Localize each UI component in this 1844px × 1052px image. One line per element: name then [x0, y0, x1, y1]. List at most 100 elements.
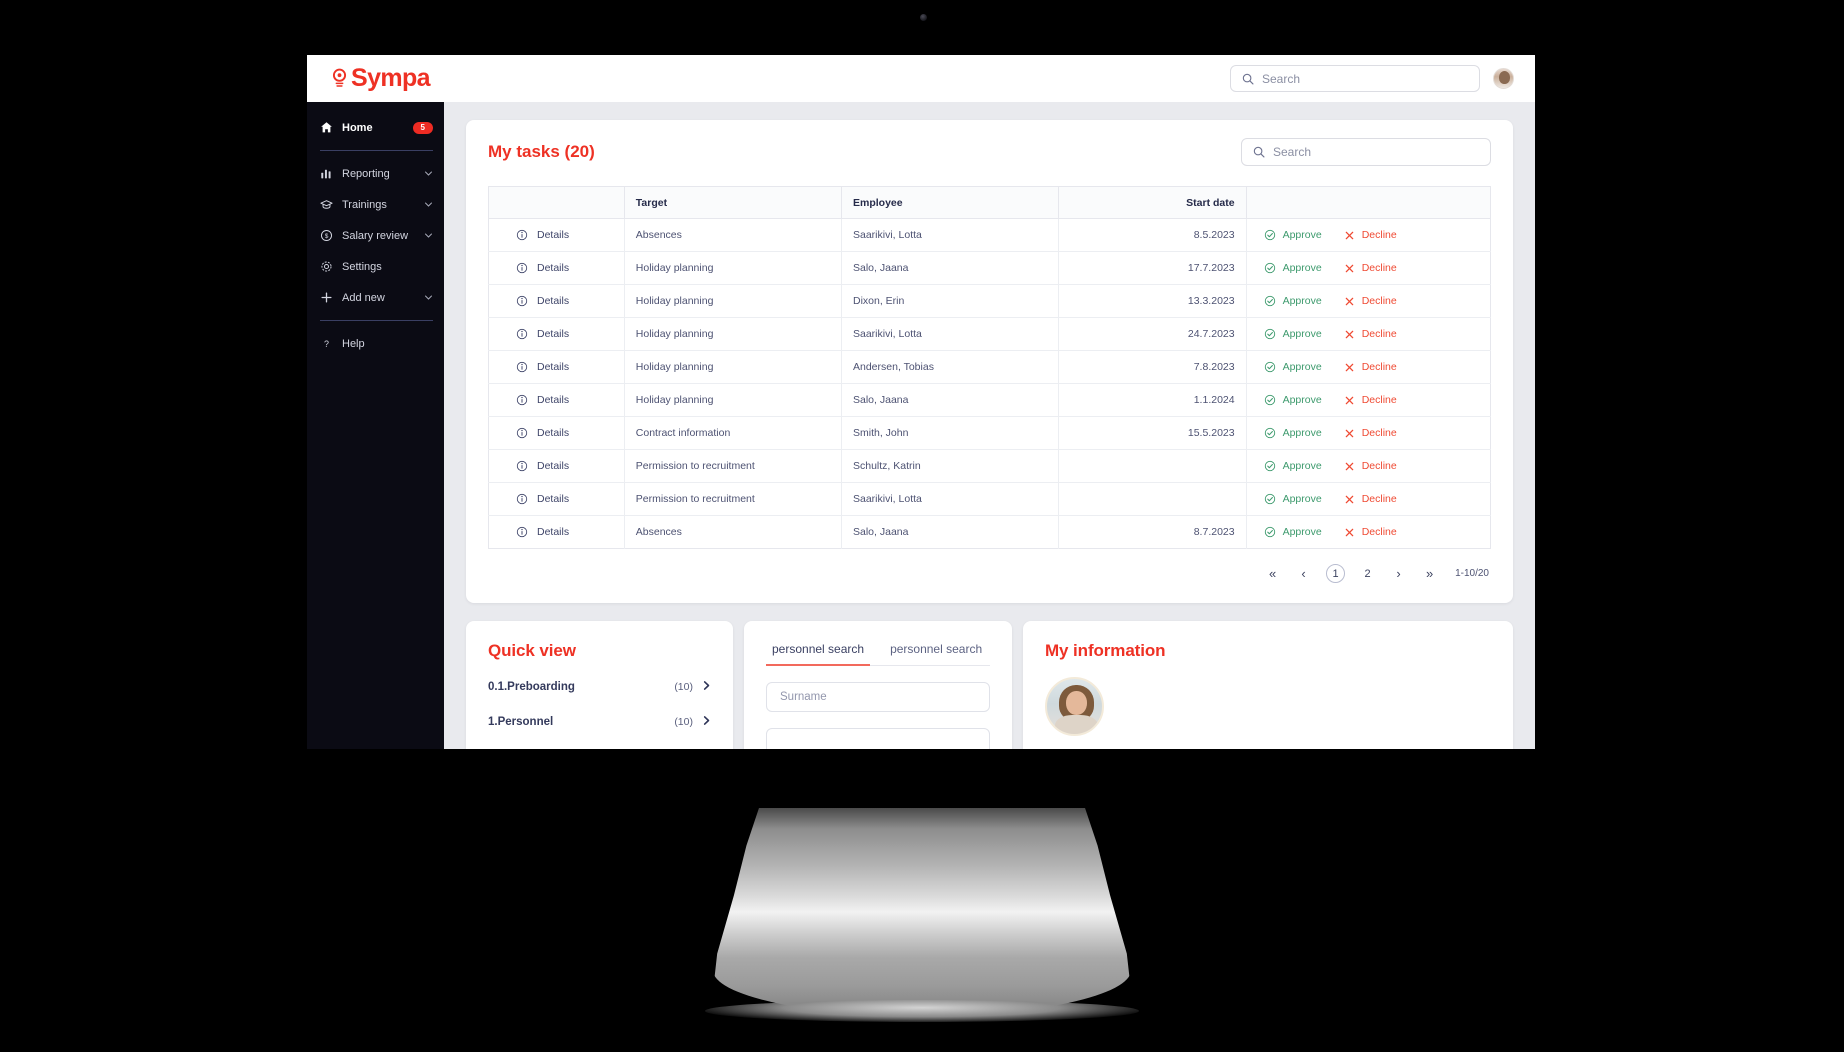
approve-button[interactable]: Approve	[1264, 262, 1322, 274]
details-button[interactable]: Details	[500, 295, 613, 307]
check-circle-icon	[1264, 526, 1275, 538]
employee-cell: Schultz, Katrin	[841, 449, 1060, 483]
details-label: Details	[537, 460, 570, 472]
target-cell: Absences	[624, 515, 843, 549]
details-button[interactable]: Details	[500, 361, 613, 373]
sidebar-item-home[interactable]: Home 5	[307, 112, 444, 143]
quick-view-item-label: 0.1.Preboarding	[488, 681, 575, 693]
sidebar-item-help[interactable]: ? Help	[307, 328, 444, 359]
approve-button[interactable]: Approve	[1264, 361, 1322, 373]
check-circle-icon	[1264, 229, 1275, 241]
details-button[interactable]: Details	[500, 493, 613, 505]
details-button[interactable]: Details	[500, 526, 613, 538]
avatar-face	[1066, 691, 1087, 715]
approve-button[interactable]: Approve	[1264, 229, 1322, 241]
details-button[interactable]: Details	[500, 460, 613, 472]
sidebar-item-add-new[interactable]: Add new	[307, 282, 444, 313]
sidebar: Home 5 Reporting Trainings $ Salary revi…	[307, 102, 444, 749]
sidebar-item-salary-review[interactable]: $ Salary review	[307, 220, 444, 251]
home-badge: 5	[412, 121, 433, 134]
approve-button[interactable]: Approve	[1264, 493, 1322, 505]
list-item[interactable]: 0.1.Preboarding (10)	[488, 678, 711, 696]
decline-label: Decline	[1361, 460, 1397, 472]
tab-personnel-search-2[interactable]: personnel search	[884, 638, 988, 666]
check-circle-icon	[1264, 295, 1275, 307]
decline-button[interactable]: Decline	[1344, 394, 1397, 406]
chevron-down-icon	[424, 165, 433, 183]
decline-button[interactable]: Decline	[1344, 493, 1397, 505]
close-icon	[1345, 297, 1354, 305]
target-cell: Holiday planning	[624, 317, 843, 351]
col-header-start-date: Start date	[1058, 186, 1247, 219]
list-item[interactable]: 1.Personnel (10)	[488, 713, 711, 731]
employee-cell: Salo, Jaana	[841, 515, 1060, 549]
info-icon	[516, 394, 528, 406]
pagination-prev[interactable]: ‹	[1295, 565, 1312, 582]
approve-button[interactable]: Approve	[1264, 460, 1322, 472]
lightbulb-icon	[332, 68, 347, 87]
svg-text:$: $	[325, 233, 329, 240]
pagination-next[interactable]: ›	[1390, 565, 1407, 582]
avatar[interactable]	[1493, 68, 1514, 89]
details-button[interactable]: Details	[500, 262, 613, 274]
surname-field[interactable]: Surname	[766, 682, 990, 712]
avatar[interactable]	[1045, 677, 1104, 736]
close-icon	[1345, 528, 1354, 536]
my-tasks-card: My tasks (20) Search Target Employee Sta…	[466, 120, 1513, 603]
tasks-search-input[interactable]: Search	[1241, 138, 1491, 166]
details-button[interactable]: Details	[500, 229, 613, 241]
start-date-cell: 1.1.2024	[1058, 383, 1247, 417]
info-icon	[516, 328, 528, 340]
quick-view-item-count: (10)	[674, 716, 693, 728]
dollar-circle-icon: $	[320, 229, 333, 242]
details-button[interactable]: Details	[500, 394, 613, 406]
secondary-search-field[interactable]	[766, 728, 990, 749]
sidebar-item-reporting[interactable]: Reporting	[307, 158, 444, 189]
decline-button[interactable]: Decline	[1344, 262, 1397, 274]
sidebar-item-label: Settings	[342, 260, 382, 273]
decline-button[interactable]: Decline	[1344, 229, 1397, 241]
sidebar-item-trainings[interactable]: Trainings	[307, 189, 444, 220]
decline-button[interactable]: Decline	[1344, 460, 1397, 472]
approve-button[interactable]: Approve	[1264, 295, 1322, 307]
webcam-icon	[920, 14, 927, 21]
decline-button[interactable]: Decline	[1344, 427, 1397, 439]
global-search-placeholder: Search	[1262, 71, 1301, 86]
approve-button[interactable]: Approve	[1264, 427, 1322, 439]
pagination-page-1[interactable]: 1	[1326, 564, 1346, 583]
pagination-last[interactable]: »	[1421, 565, 1438, 582]
approve-label: Approve	[1282, 262, 1322, 274]
decline-button[interactable]: Decline	[1344, 328, 1397, 340]
approve-button[interactable]: Approve	[1264, 328, 1322, 340]
check-circle-icon	[1264, 394, 1275, 406]
decline-button[interactable]: Decline	[1344, 361, 1397, 373]
employee-cell: Saarikivi, Lotta	[841, 218, 1060, 252]
global-search-input[interactable]: Search	[1230, 65, 1480, 92]
table-header-row: Target Employee Start date	[488, 186, 1491, 219]
approve-button[interactable]: Approve	[1264, 394, 1322, 406]
close-icon	[1345, 231, 1354, 239]
info-icon	[516, 229, 528, 241]
table-row: Details Permission to recruitment Saarikiv…	[488, 482, 1491, 516]
quick-view-title: Quick view	[488, 641, 576, 660]
details-button[interactable]: Details	[500, 427, 613, 439]
details-cell: Details	[488, 383, 625, 417]
top-bar: Sympa Search	[307, 55, 1535, 102]
details-button[interactable]: Details	[500, 328, 613, 340]
target-cell: Absences	[624, 218, 843, 252]
pagination-first[interactable]: «	[1264, 565, 1281, 582]
target-cell: Permission to recruitment	[624, 482, 843, 516]
details-cell: Details	[488, 482, 625, 516]
decline-button[interactable]: Decline	[1344, 526, 1397, 538]
start-date-cell: 24.7.2023	[1058, 317, 1247, 351]
dashboard-bottom-row: Quick view 0.1.Preboarding (10) 1.Person…	[466, 621, 1513, 749]
personnel-search-tabs: personnel search personnel search	[766, 637, 990, 666]
pagination-page-2[interactable]: 2	[1359, 565, 1376, 582]
start-date-cell: 15.5.2023	[1058, 416, 1247, 450]
tab-personnel-search-1[interactable]: personnel search	[766, 638, 871, 666]
sidebar-item-settings[interactable]: Settings	[307, 251, 444, 282]
brand-logo[interactable]: Sympa	[331, 66, 431, 91]
gear-icon	[320, 260, 333, 273]
approve-button[interactable]: Approve	[1264, 526, 1322, 538]
decline-button[interactable]: Decline	[1344, 295, 1397, 307]
